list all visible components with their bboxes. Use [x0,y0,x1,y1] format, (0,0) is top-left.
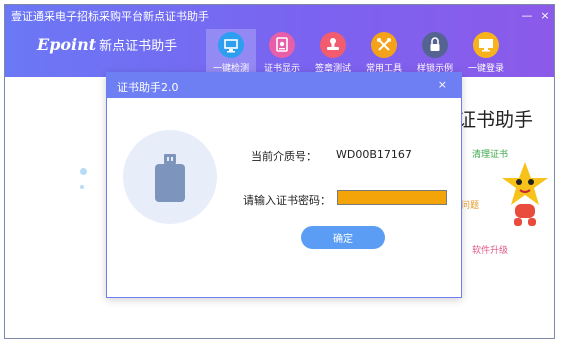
dialog-title: 证书助手2.0 [117,81,179,94]
window-title: 壹证通采电子招标采购平台新点证书助手 [11,10,209,23]
feature-clean-cert[interactable]: 清理证书 [472,147,508,160]
cert-password-dialog: 证书助手2.0 × 当前介质号： WD00B17167 请输入证书密码： 确定 [106,72,462,298]
mascot-illustration [502,162,548,226]
login-screen-icon [473,32,499,58]
monitor-icon [218,32,244,58]
feature-problem[interactable]: 问题 [461,198,479,211]
decor-dot [80,185,84,189]
minimize-button[interactable]: — [520,9,534,23]
dialog-header: 证书助手2.0 × [107,73,461,98]
tool-common-tools[interactable]: 常用工具 [359,29,409,77]
lock-icon [422,32,448,58]
tools-icon [371,32,397,58]
usb-key-icon [155,154,185,202]
logo-brand: Epoint [37,35,97,54]
main-heading: 证书助手 [457,109,534,131]
tool-lock-sample[interactable]: 样锁示例 [410,29,460,77]
logo-name: 新点证书助手 [99,39,178,54]
stamp-icon [320,32,346,58]
dialog-close-button[interactable]: × [438,78,447,91]
tool-signature-test[interactable]: 签章测试 [308,29,358,77]
tool-one-click-check[interactable]: 一键检测 [206,29,256,77]
app-window: 壹证通采电子招标采购平台新点证书助手 — × Epoint 新点证书助手 一键检测… [4,4,555,339]
tool-one-click-login[interactable]: 一键登录 [461,29,511,77]
media-number-value: WD00B17167 [336,148,412,161]
usb-key-illustration [123,130,217,224]
password-input[interactable] [337,190,447,205]
tool-cert-display[interactable]: 证书显示 [257,29,307,77]
confirm-button[interactable]: 确定 [301,226,385,249]
close-window-button[interactable]: × [538,9,552,23]
tool-label: 一键登录 [467,64,504,74]
feature-software-upgrade[interactable]: 软件升级 [472,243,508,256]
decor-dot [80,168,87,175]
certificate-icon [269,32,295,58]
app-logo: Epoint 新点证书助手 [37,35,177,54]
password-label: 请输入证书密码： [243,194,331,207]
app-header: 壹证通采电子招标采购平台新点证书助手 — × Epoint 新点证书助手 一键检测… [5,5,554,77]
media-number-label: 当前介质号： [251,150,317,163]
